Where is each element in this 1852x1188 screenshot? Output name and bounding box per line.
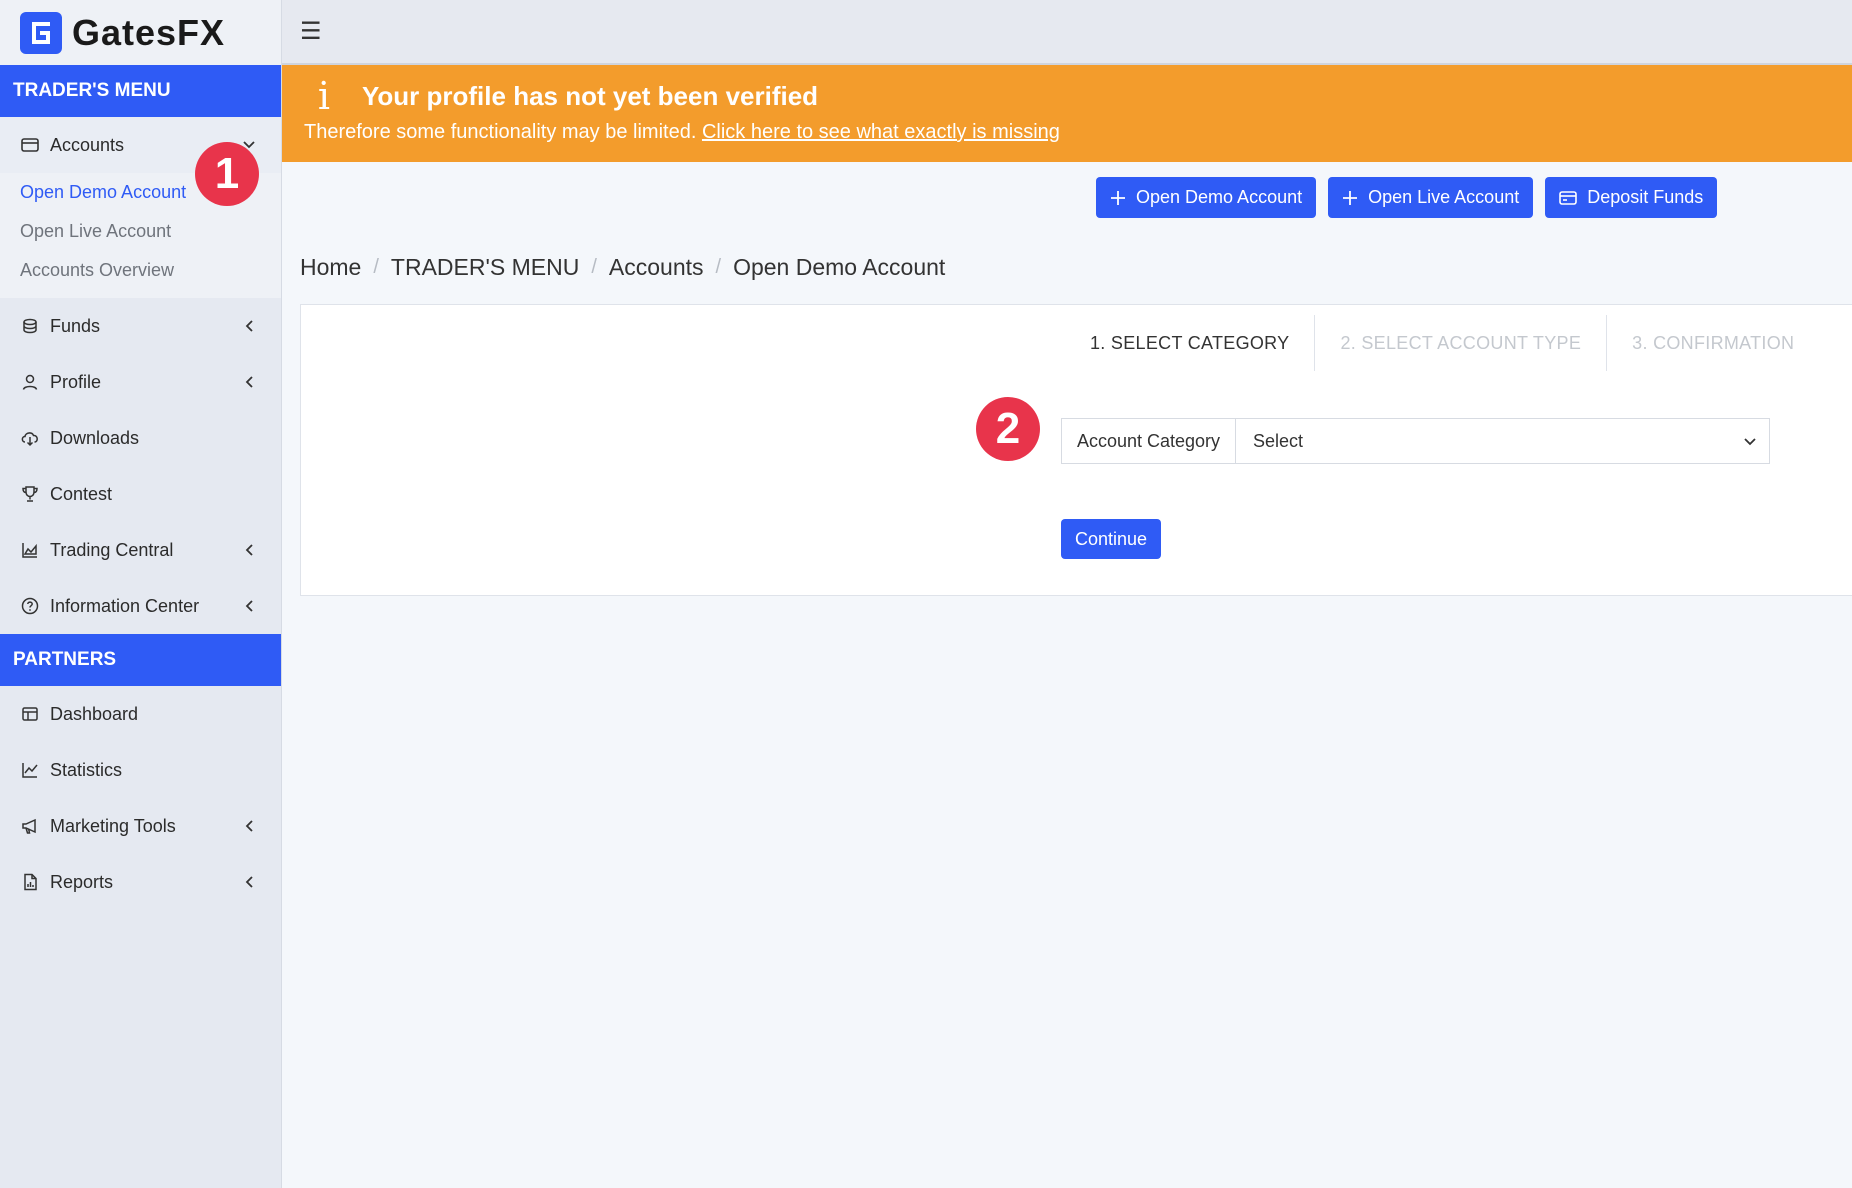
gatesfx-logo-icon bbox=[20, 11, 62, 54]
sidebar-item-label: Downloads bbox=[50, 427, 140, 448]
sidebar-item-label: Statistics bbox=[50, 759, 123, 780]
open-demo-account-button[interactable]: Open Demo Account bbox=[1096, 177, 1317, 218]
action-buttons: Open Demo Account Open Live Account Depo… bbox=[1096, 177, 1718, 218]
sidebar-item-information-center[interactable]: Information Center bbox=[0, 578, 281, 634]
button-label: Deposit Funds bbox=[1587, 187, 1704, 207]
sidebar-item-label: Marketing Tools bbox=[50, 815, 176, 836]
open-live-account-button[interactable]: Open Live Account bbox=[1328, 177, 1534, 218]
verification-alert: i Your profile has not yet been verified… bbox=[282, 65, 1852, 162]
area-chart-icon bbox=[20, 540, 40, 560]
breadcrumb: Home / TRADER'S MENU / Accounts / Open D… bbox=[300, 254, 945, 281]
sidebar-item-funds[interactable]: Funds bbox=[0, 298, 281, 354]
plus-icon bbox=[1110, 190, 1126, 206]
chevron-left-icon bbox=[241, 542, 257, 558]
topbar: ☰ bbox=[282, 0, 1852, 65]
sidebar-item-label: Contest bbox=[50, 483, 113, 504]
breadcrumb-separator: / bbox=[373, 256, 379, 278]
breadcrumb-separator: / bbox=[591, 256, 597, 278]
plus-icon bbox=[1342, 190, 1358, 206]
wallet-icon bbox=[20, 135, 40, 155]
hamburger-icon[interactable]: ☰ bbox=[300, 17, 322, 46]
account-category-row: Account Category Select bbox=[1061, 418, 1770, 464]
partners-header: PARTNERS bbox=[0, 634, 281, 686]
sidebar-item-trading-central[interactable]: Trading Central bbox=[0, 522, 281, 578]
sidebar-item-label: Dashboard bbox=[50, 703, 139, 724]
wizard-steps: 1. SELECT CATEGORY 2. SELECT ACCOUNT TYP… bbox=[1065, 315, 1819, 371]
credit-card-icon bbox=[1559, 190, 1578, 205]
sidebar-item-reports[interactable]: Reports bbox=[0, 854, 281, 910]
layout-icon bbox=[20, 704, 40, 724]
file-chart-icon bbox=[20, 872, 40, 892]
line-chart-icon bbox=[20, 760, 40, 780]
breadcrumb-separator: / bbox=[715, 256, 722, 278]
sidebar-item-label: Information Center bbox=[50, 595, 200, 616]
continue-button[interactable]: Continue bbox=[1061, 519, 1162, 559]
sidebar-item-dashboard[interactable]: Dashboard bbox=[0, 686, 281, 742]
chevron-left-icon bbox=[241, 374, 257, 390]
chevron-left-icon bbox=[241, 598, 257, 614]
logo[interactable]: GatesFX bbox=[0, 0, 281, 65]
deposit-funds-button[interactable]: Deposit Funds bbox=[1545, 177, 1718, 218]
button-label: Open Demo Account bbox=[1136, 187, 1303, 207]
step-select-account-type: 2. SELECT ACCOUNT TYPE bbox=[1315, 315, 1608, 371]
user-icon bbox=[20, 372, 40, 392]
open-demo-account-card: 1. SELECT CATEGORY 2. SELECT ACCOUNT TYP… bbox=[300, 304, 1852, 596]
chevron-left-icon bbox=[241, 818, 257, 834]
coins-icon bbox=[20, 316, 40, 336]
breadcrumb-current: Open Demo Account bbox=[733, 254, 946, 280]
sidebar-item-label: Profile bbox=[50, 371, 102, 392]
account-category-select[interactable]: Select bbox=[1235, 418, 1770, 464]
sidebar-item-label: Funds bbox=[50, 315, 101, 336]
sidebar-item-statistics[interactable]: Statistics bbox=[0, 742, 281, 798]
account-category-label: Account Category bbox=[1061, 418, 1235, 464]
sidebar-item-label: Trading Central bbox=[50, 539, 174, 560]
sidebar-item-marketing-tools[interactable]: Marketing Tools bbox=[0, 798, 281, 854]
annotation-badge-2: 2 bbox=[976, 397, 1040, 461]
sidebar-item-downloads[interactable]: Downloads bbox=[0, 410, 281, 466]
select-value: Select bbox=[1253, 430, 1304, 451]
alert-missing-link[interactable]: Click here to see what exactly is missin… bbox=[702, 121, 1060, 143]
chevron-left-icon bbox=[241, 318, 257, 334]
chevron-left-icon bbox=[241, 874, 257, 890]
trophy-icon bbox=[20, 484, 40, 504]
megaphone-icon bbox=[20, 816, 40, 836]
sidebar-item-label: Reports bbox=[50, 871, 114, 892]
question-circle-icon bbox=[20, 596, 40, 616]
step-confirmation: 3. CONFIRMATION bbox=[1632, 332, 1795, 353]
sidebar-subitem-accounts-overview[interactable]: Accounts Overview bbox=[0, 251, 281, 290]
alert-message-text: Therefore some functionality may be limi… bbox=[304, 121, 697, 143]
button-label: Open Live Account bbox=[1368, 187, 1520, 207]
traders-menu-header: TRADER'S MENU bbox=[0, 65, 281, 117]
alert-title: Your profile has not yet been verified bbox=[362, 80, 819, 111]
breadcrumb-traders-menu[interactable]: TRADER'S MENU bbox=[391, 254, 579, 281]
chevron-down-icon bbox=[1743, 431, 1757, 452]
brand-name: GatesFX bbox=[72, 11, 226, 53]
info-icon: i bbox=[317, 74, 331, 118]
breadcrumb-home[interactable]: Home bbox=[300, 254, 361, 281]
step-select-category: 1. SELECT CATEGORY bbox=[1065, 315, 1316, 371]
alert-message: Therefore some functionality may be limi… bbox=[304, 121, 1830, 144]
sidebar-item-contest[interactable]: Contest bbox=[0, 466, 281, 522]
annotation-badge-1: 1 bbox=[195, 142, 259, 206]
cloud-download-icon bbox=[20, 428, 40, 448]
sidebar-subitem-open-live-account[interactable]: Open Live Account bbox=[0, 212, 281, 251]
breadcrumb-accounts[interactable]: Accounts bbox=[609, 254, 704, 281]
sidebar-item-profile[interactable]: Profile bbox=[0, 354, 281, 410]
